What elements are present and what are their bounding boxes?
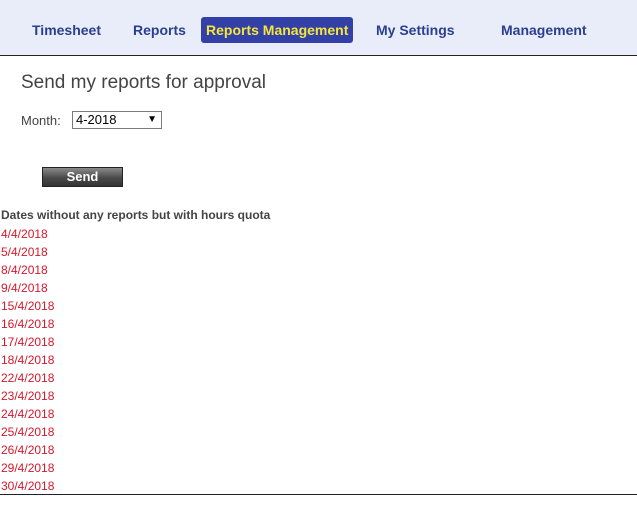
missing-date-item[interactable]: 26/4/2018 <box>1 441 54 459</box>
nav-tab-my-settings[interactable]: My Settings <box>376 17 455 43</box>
missing-date-item[interactable]: 23/4/2018 <box>1 387 54 405</box>
missing-date-item[interactable]: 16/4/2018 <box>1 315 54 333</box>
chevron-down-icon: ▼ <box>147 114 157 125</box>
month-label: Month: <box>21 113 61 128</box>
missing-dates-heading: Dates without any reports but with hours… <box>1 208 271 222</box>
top-navigation: Timesheet Reports Reports Management My … <box>0 0 637 56</box>
nav-tab-timesheet[interactable]: Timesheet <box>32 17 101 43</box>
missing-date-item[interactable]: 4/4/2018 <box>1 225 54 243</box>
missing-date-item[interactable]: 25/4/2018 <box>1 423 54 441</box>
missing-date-item[interactable]: 22/4/2018 <box>1 369 54 387</box>
missing-dates-list: 4/4/2018 5/4/2018 8/4/2018 9/4/2018 15/4… <box>1 225 54 495</box>
missing-date-item[interactable]: 29/4/2018 <box>1 459 54 477</box>
missing-date-item[interactable]: 9/4/2018 <box>1 279 54 297</box>
missing-date-item[interactable]: 24/4/2018 <box>1 405 54 423</box>
nav-tab-reports[interactable]: Reports <box>133 17 186 43</box>
nav-tab-management[interactable]: Management <box>501 17 587 43</box>
missing-date-item[interactable]: 17/4/2018 <box>1 333 54 351</box>
nav-tab-reports-management[interactable]: Reports Management <box>201 17 354 43</box>
page-title: Send my reports for approval <box>21 72 267 93</box>
missing-date-item[interactable]: 15/4/2018 <box>1 297 54 315</box>
month-select-value: 4-2018 <box>76 112 117 127</box>
missing-date-item[interactable]: 18/4/2018 <box>1 351 54 369</box>
missing-date-item[interactable]: 8/4/2018 <box>1 261 54 279</box>
month-select[interactable]: 4-2018 ▼ <box>72 111 162 129</box>
missing-date-item[interactable]: 5/4/2018 <box>1 243 54 261</box>
send-button[interactable]: Send <box>42 167 123 187</box>
bottom-divider <box>0 494 637 495</box>
missing-date-item[interactable]: 30/4/2018 <box>1 477 54 495</box>
